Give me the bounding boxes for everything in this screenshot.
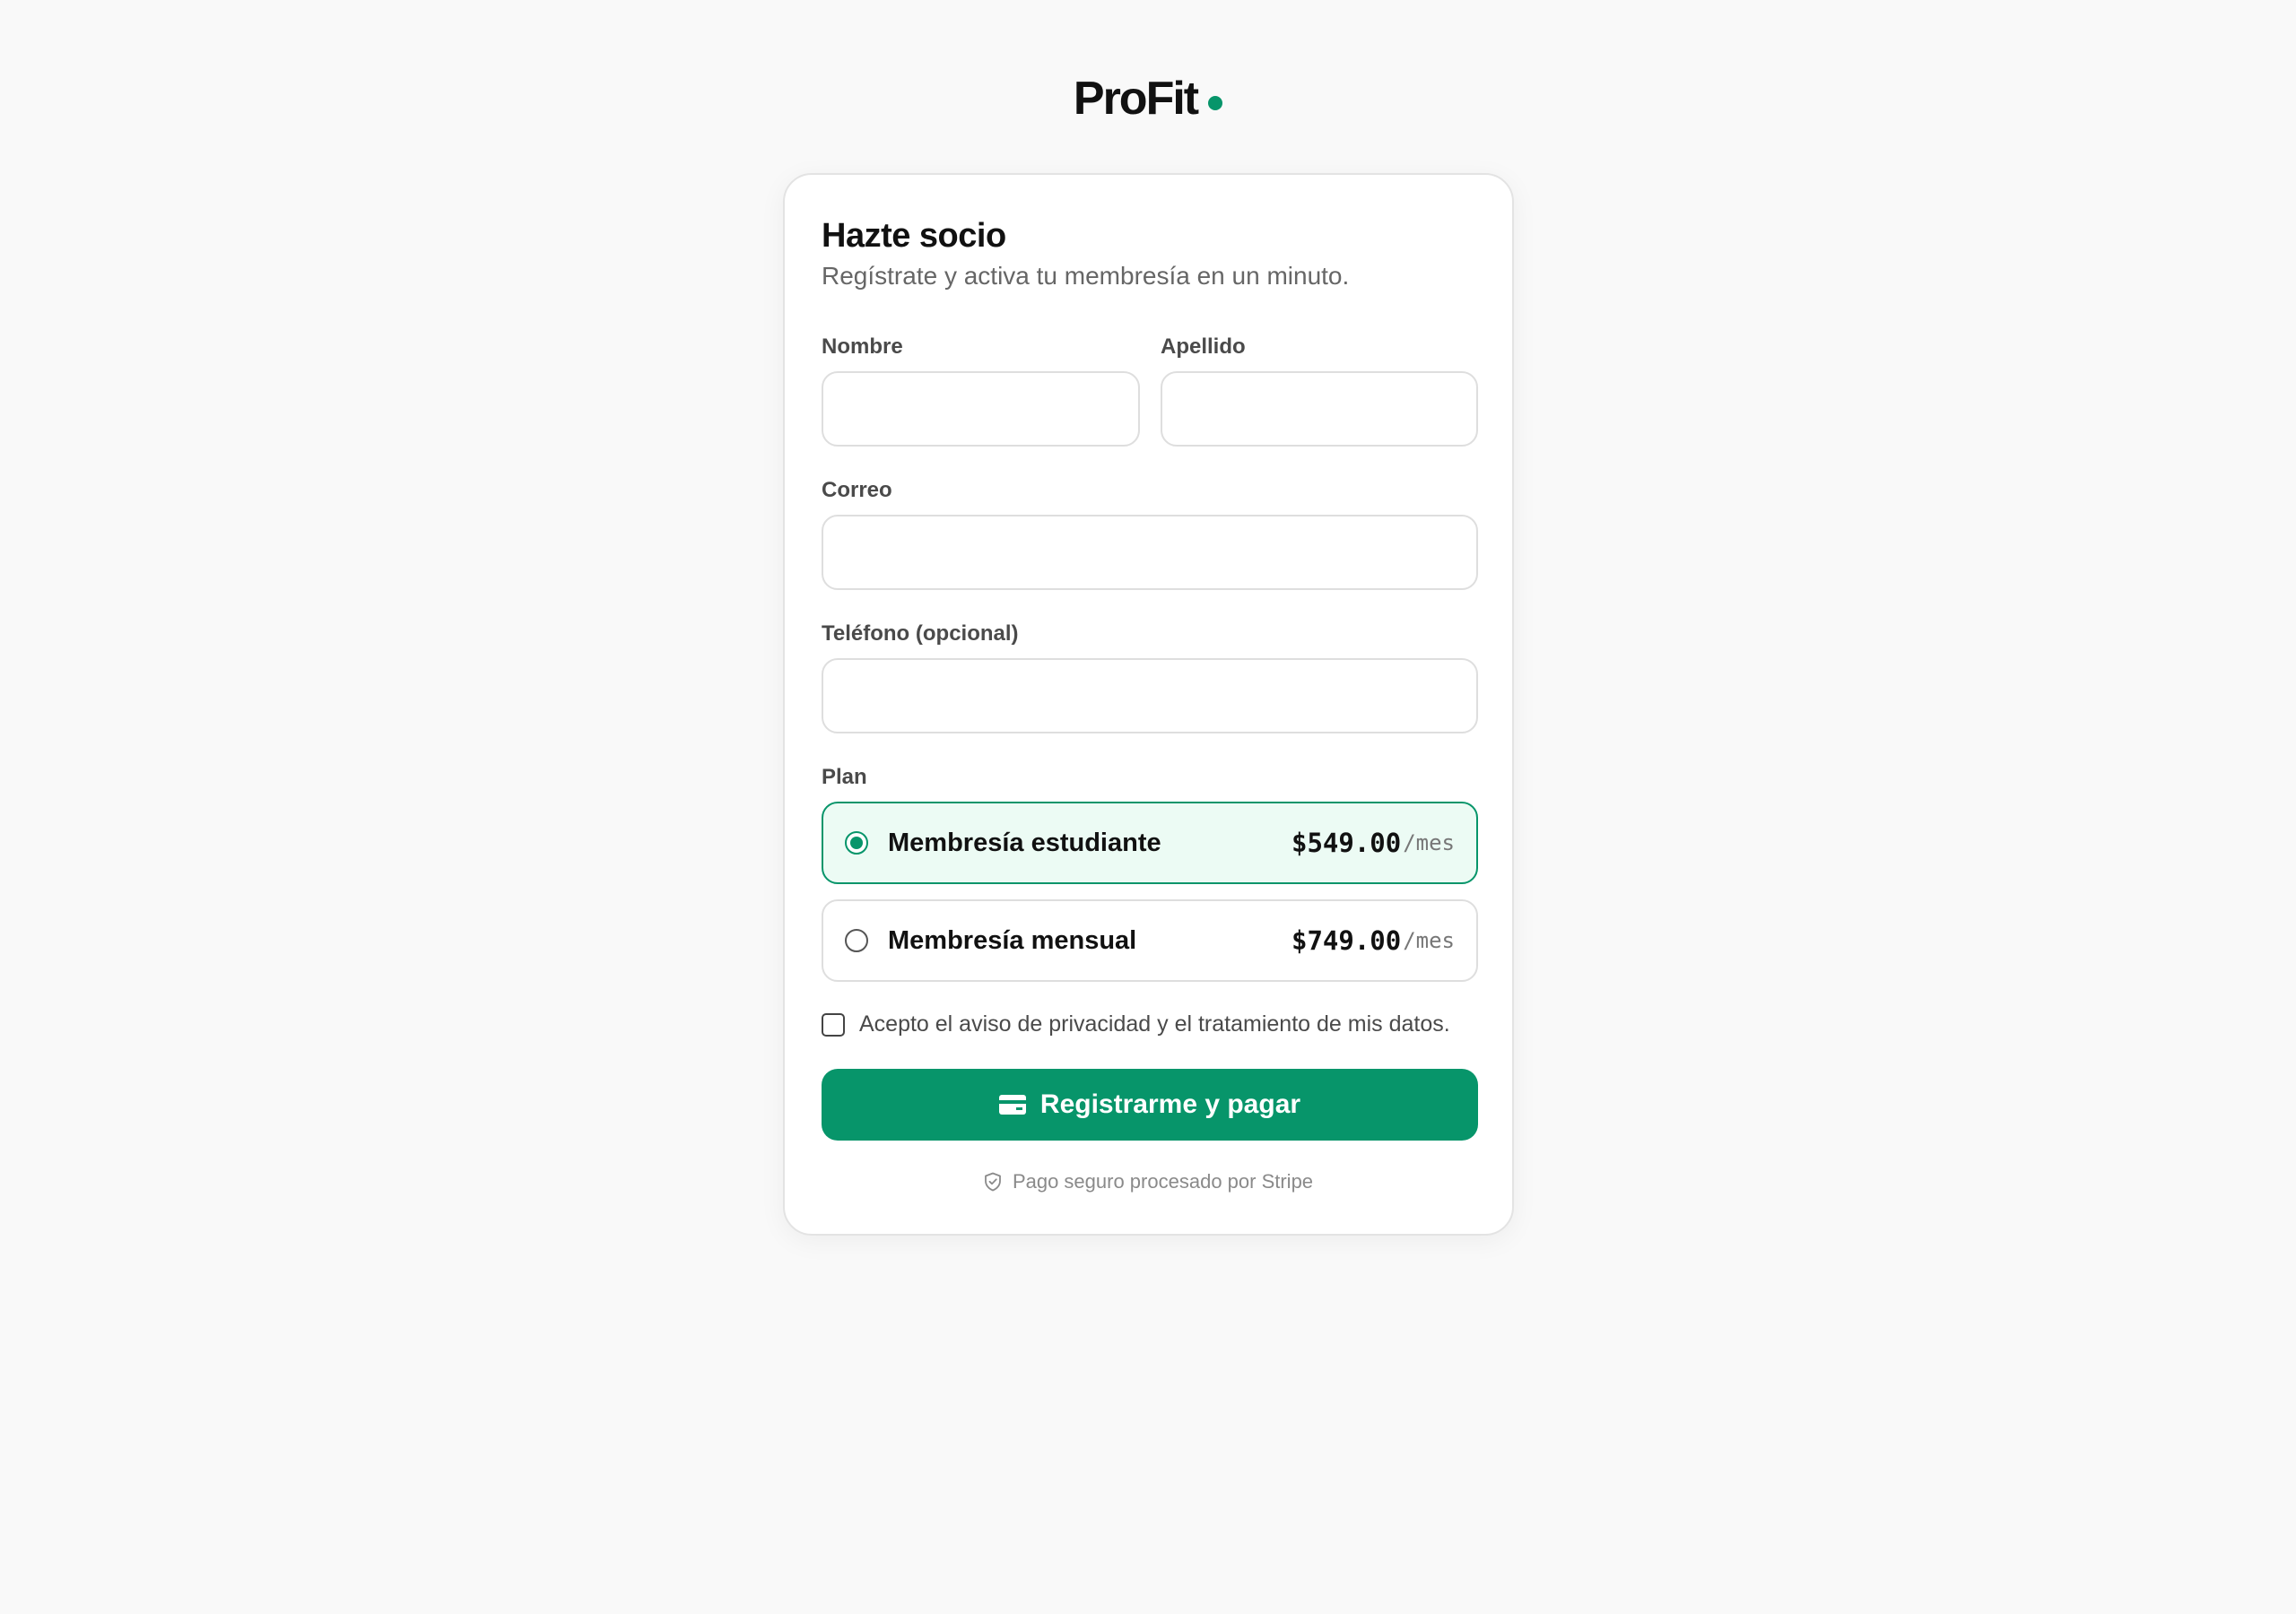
privacy-consent-text: Acepto el aviso de privacidad y el trata… <box>859 1011 1450 1037</box>
phone-input[interactable] <box>822 658 1478 733</box>
plan-name: Membresía mensual <box>888 925 1137 955</box>
plan-period: /mes <box>1403 928 1455 953</box>
secure-payment-text: Pago seguro procesado por Stripe <box>1012 1170 1314 1193</box>
shield-check-icon <box>985 1172 1001 1192</box>
radio-button[interactable] <box>845 929 868 952</box>
credit-card-icon <box>998 1095 1026 1115</box>
radio-button[interactable] <box>845 831 868 855</box>
secure-payment-note: Pago seguro procesado por Stripe <box>785 1170 1512 1193</box>
signup-card: Hazte socio Regístrate y activa tu membr… <box>783 173 1514 1236</box>
first-name-input[interactable] <box>822 371 1140 447</box>
brand-name: ProFit <box>1073 73 1199 125</box>
register-and-pay-button[interactable]: Registrarme y pagar <box>822 1069 1478 1141</box>
privacy-consent[interactable]: Acepto el aviso de privacidad y el trata… <box>822 1011 1450 1037</box>
email-label: Correo <box>822 478 892 502</box>
privacy-checkbox[interactable] <box>822 1012 845 1037</box>
last-name-input[interactable] <box>1161 371 1478 447</box>
plan-price: $749.00 <box>1291 925 1402 956</box>
plan-option-monthly[interactable]: Membresía mensual $749.00 /mes <box>822 899 1478 982</box>
brand-dot-icon <box>1208 96 1223 110</box>
form-subtitle: Regístrate y activa tu membresía en un m… <box>822 262 1350 290</box>
form-title: Hazte socio <box>822 217 1006 255</box>
brand-logo: ProFit <box>0 72 2296 126</box>
phone-label: Teléfono (opcional) <box>822 621 1019 646</box>
plan-option-student[interactable]: Membresía estudiante $549.00 /mes <box>822 802 1478 884</box>
last-name-label: Apellido <box>1161 334 1246 359</box>
plan-label: Plan <box>822 765 867 789</box>
register-and-pay-label: Registrarme y pagar <box>1039 1089 1301 1119</box>
first-name-label: Nombre <box>822 334 903 359</box>
plan-name: Membresía estudiante <box>888 828 1161 857</box>
plan-period: /mes <box>1403 830 1455 855</box>
email-input[interactable] <box>822 515 1478 590</box>
plan-price: $549.00 <box>1291 828 1402 858</box>
